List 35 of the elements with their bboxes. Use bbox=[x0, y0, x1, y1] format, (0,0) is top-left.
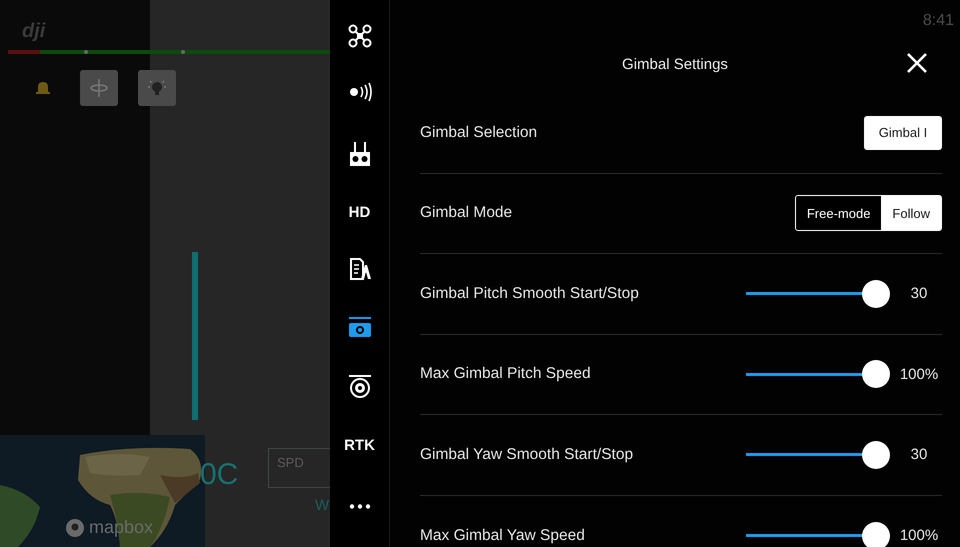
document-icon bbox=[348, 257, 370, 282]
signal-icon bbox=[348, 82, 372, 102]
status-time: 8:41 bbox=[922, 12, 954, 30]
close-icon bbox=[906, 52, 928, 74]
slider-value: 100% bbox=[898, 366, 940, 383]
slider-value: 30 bbox=[910, 285, 928, 302]
slider-value: 30 bbox=[910, 446, 928, 464]
sidebar-tab[interactable]: HD bbox=[348, 198, 370, 227]
setting-label: Gimbal Mode bbox=[420, 204, 514, 222]
map-logo-icon bbox=[65, 518, 85, 538]
camera-icon bbox=[348, 316, 372, 338]
sidebar-tab[interactable]: RTK bbox=[344, 432, 375, 460]
close-button[interactable] bbox=[906, 52, 928, 74]
more-icon bbox=[348, 504, 370, 509]
setting-label: Gimbal Pitch Smooth Start/Stop bbox=[420, 284, 640, 303]
slider-thumb[interactable] bbox=[862, 280, 890, 308]
map-attribution: mapbox bbox=[89, 517, 154, 538]
slider-thumb[interactable] bbox=[862, 522, 890, 547]
mode-option[interactable]: Follow bbox=[881, 196, 941, 230]
gimbal-select-button[interactable]: Gimbal I bbox=[864, 116, 942, 150]
setting-label: Max Gimbal Yaw Speed bbox=[420, 526, 586, 545]
setting-label: Gimbal Yaw Smooth Start/Stop bbox=[420, 446, 634, 464]
bell-icon bbox=[35, 80, 51, 96]
gimbal-icon bbox=[88, 77, 110, 99]
panel-title: Gimbal Settings bbox=[622, 56, 728, 73]
heading-letter: W bbox=[315, 497, 330, 514]
slider-thumb[interactable] bbox=[862, 440, 890, 469]
setting-label: Max Gimbal Pitch Speed bbox=[420, 365, 592, 384]
slider-value: 100% bbox=[898, 527, 940, 544]
gimbal-camera-icon bbox=[348, 374, 372, 398]
slider-thumb[interactable] bbox=[862, 360, 890, 388]
telemetry-reading: 0C bbox=[200, 458, 238, 492]
setting-label: Gimbal Selection bbox=[420, 124, 538, 142]
drone-icon bbox=[348, 24, 372, 48]
remote-controller-icon bbox=[348, 140, 370, 167]
